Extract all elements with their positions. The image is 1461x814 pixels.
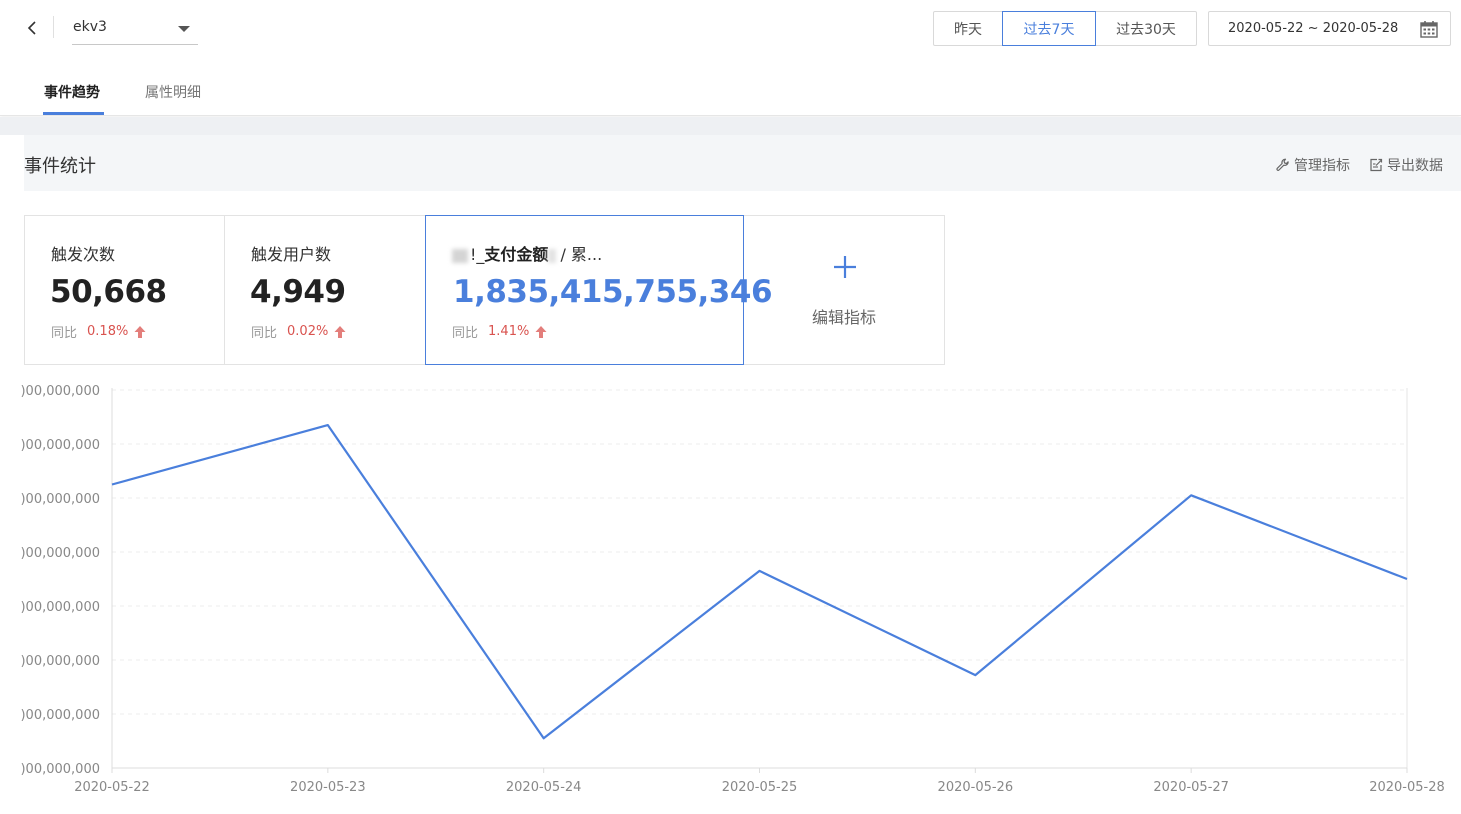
metric-comparison: 同比 1.41% xyxy=(452,322,547,341)
metric-value: 50,668 xyxy=(50,274,167,310)
y-tick-label: )00,000,000 xyxy=(20,762,100,777)
export-data-label: 导出数据 xyxy=(1387,158,1443,174)
metric-label-strong: 支付金额 xyxy=(484,245,549,264)
metric-card-trigger-users[interactable]: 触发用户数 4,949 同比 0.02% xyxy=(224,215,426,365)
calendar-icon xyxy=(1420,21,1438,38)
x-tick-label: 2020-05-27 xyxy=(1153,780,1229,795)
edit-metrics-card[interactable]: 编辑指标 xyxy=(743,215,945,365)
comparison-label: 同比 xyxy=(452,326,479,341)
export-icon xyxy=(1370,158,1383,172)
chevron-left-icon xyxy=(27,21,36,35)
comparison-label: 同比 xyxy=(251,326,278,341)
metric-value: 1,835,415,755,346 xyxy=(453,274,773,310)
y-tick-label: )00,000,000 xyxy=(20,492,100,507)
metric-label: !_支付金额 / 累... xyxy=(452,241,602,265)
event-select-value: ekv3 xyxy=(73,19,107,35)
metric-comparison: 同比 0.18% xyxy=(51,322,146,341)
event-select[interactable]: ekv3 xyxy=(72,10,198,45)
trend-chart-svg: )00,000,000 )00,000,000 )00,000,000 )00,000… xyxy=(20,384,1445,795)
arrow-up-icon xyxy=(134,325,146,338)
back-button[interactable] xyxy=(20,14,44,42)
range-yesterday-button[interactable]: 昨天 xyxy=(933,11,1003,46)
comparison-value: 0.02% xyxy=(287,324,329,339)
series-line xyxy=(111,423,1408,740)
manage-metrics-button[interactable]: 管理指标 xyxy=(1276,155,1350,175)
metric-card-payment-amount[interactable]: !_支付金额 / 累... 1,835,415,755,346 同比 1.41% xyxy=(425,215,773,365)
y-tick-label: )00,000,000 xyxy=(20,654,100,669)
comparison-value: 0.18% xyxy=(87,324,129,339)
date-range-toggle: 昨天 过去7天 过去30天 xyxy=(933,11,1197,46)
tab-property-detail[interactable]: 属性明细 xyxy=(145,82,201,102)
date-range-text: 2020-05-22 ~ 2020-05-28 xyxy=(1228,21,1399,36)
x-tick-label: 2020-05-22 xyxy=(74,780,150,795)
metric-label: 触发用户数 xyxy=(251,245,332,264)
metric-label-prefix: !_ xyxy=(470,245,485,264)
metric-label-suffix: / 累... xyxy=(560,245,603,264)
export-data-button[interactable]: 导出数据 xyxy=(1369,155,1443,175)
manage-metrics-label: 管理指标 xyxy=(1294,158,1350,174)
range-7days-button[interactable]: 过去7天 xyxy=(1002,11,1096,46)
metric-label: 触发次数 xyxy=(51,245,116,264)
y-tick-label: )00,000,000 xyxy=(20,384,100,399)
wrench-icon xyxy=(1276,158,1289,171)
y-tick-label: )00,000,000 xyxy=(20,600,100,615)
divider xyxy=(53,16,54,38)
chevron-down-icon xyxy=(178,26,190,32)
x-tick-label: 2020-05-23 xyxy=(290,780,366,795)
edit-metrics-label: 编辑指标 xyxy=(811,308,876,327)
metric-comparison: 同比 0.02% xyxy=(251,322,346,341)
page-header: ekv3 昨天 过去7天 过去30天 2020-05-22 ~ 2020-05-… xyxy=(0,0,1461,116)
plus-icon xyxy=(834,256,856,278)
x-tick-label: 2020-05-28 xyxy=(1369,780,1445,795)
comparison-value: 1.41% xyxy=(488,324,530,339)
metric-card-trigger-count[interactable]: 触发次数 50,668 同比 0.18% xyxy=(24,215,225,365)
tab-event-trend[interactable]: 事件趋势 xyxy=(44,82,100,102)
comparison-label: 同比 xyxy=(51,326,78,341)
trend-chart: )00,000,000 )00,000,000 )00,000,000 )00,000… xyxy=(0,375,1461,814)
active-tab-indicator xyxy=(43,112,104,115)
redacted-block xyxy=(452,248,468,263)
arrow-up-icon xyxy=(334,325,346,338)
x-tick-label: 2020-05-25 xyxy=(722,780,798,795)
y-tick-label: )00,000,000 xyxy=(20,708,100,723)
section-header: 事件统计 管理指标 导出数据 xyxy=(24,135,1461,191)
date-range-picker[interactable]: 2020-05-22 ~ 2020-05-28 xyxy=(1208,11,1451,46)
y-tick-label: )00,000,000 xyxy=(20,546,100,561)
x-tick-label: 2020-05-26 xyxy=(938,780,1014,795)
range-30days-button[interactable]: 过去30天 xyxy=(1095,11,1197,46)
arrow-up-icon xyxy=(535,325,547,338)
section-title: 事件统计 xyxy=(24,156,96,177)
separator-band xyxy=(0,117,1461,135)
metric-value: 4,949 xyxy=(250,274,346,310)
x-tick-label: 2020-05-24 xyxy=(506,780,582,795)
y-tick-label: )00,000,000 xyxy=(20,438,100,453)
redacted-block xyxy=(548,248,557,263)
